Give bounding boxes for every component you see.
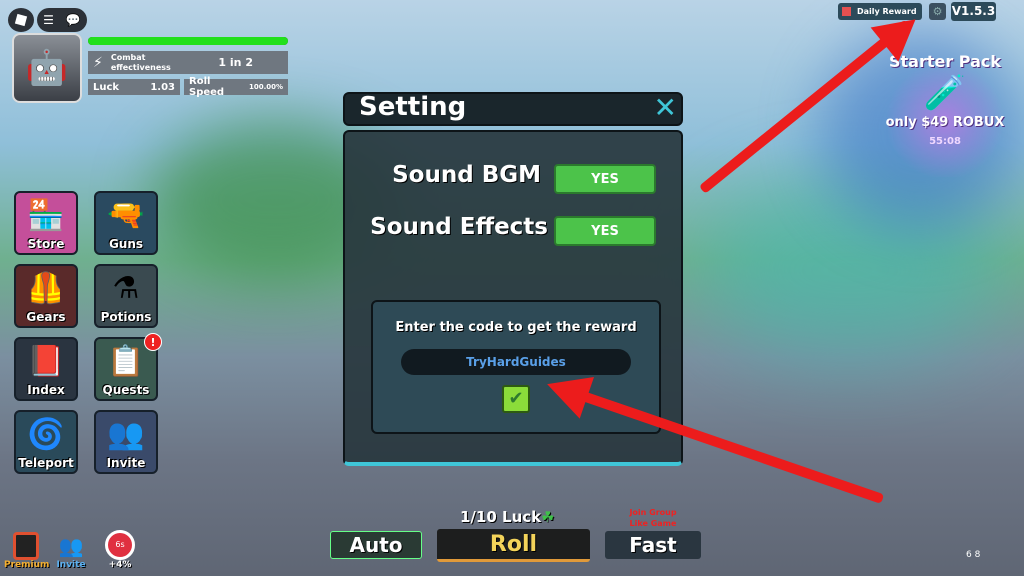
sound-effects-label: Sound Effects bbox=[370, 214, 548, 240]
friends-icon: 👥 bbox=[58, 534, 84, 558]
stopwatch-icon: 6s bbox=[105, 530, 135, 560]
store-icon: 🏪 bbox=[27, 197, 65, 233]
boost-label: +4% bbox=[108, 560, 132, 570]
side-menu-invite[interactable]: 👥 Invite bbox=[94, 410, 158, 474]
luck-label: Luck bbox=[93, 81, 120, 93]
starter-pack-price: only $49 ROBUX bbox=[885, 115, 1005, 130]
code-box: Enter the code to get the reward TryHard… bbox=[371, 300, 661, 434]
join-group-text[interactable]: Join Group bbox=[608, 507, 698, 518]
invite-label: Invite bbox=[56, 560, 86, 570]
roll-button[interactable]: Roll bbox=[437, 529, 590, 562]
combat-icon: ⚡ bbox=[93, 54, 103, 71]
health-bar bbox=[88, 37, 288, 45]
code-prompt: Enter the code to get the reward bbox=[395, 320, 637, 335]
side-menu-index[interactable]: 📕 Index bbox=[14, 337, 78, 401]
premium-label: Premium bbox=[4, 560, 50, 570]
notification-badge: ! bbox=[144, 333, 162, 351]
side-menu-label: Store bbox=[27, 237, 65, 251]
side-menu-label: Teleport bbox=[18, 456, 74, 470]
starter-pack[interactable]: Starter Pack 🧪 only $49 ROBUX 55:08 bbox=[875, 52, 1015, 177]
armor-icon: 🦺 bbox=[27, 270, 65, 306]
check-icon: ✔ bbox=[508, 388, 524, 409]
fast-button[interactable]: Fast bbox=[605, 531, 701, 559]
side-menu-guns[interactable]: 🔫 Guns bbox=[94, 191, 158, 255]
clover-icon: ☘ bbox=[541, 508, 555, 526]
settings-button[interactable]: ⚙ bbox=[929, 3, 946, 20]
side-menu-quests[interactable]: 📋 Quests! bbox=[94, 333, 162, 401]
sound-bgm-label: Sound BGM bbox=[392, 162, 541, 188]
roblox-menu-button[interactable] bbox=[8, 8, 34, 32]
premium-icon bbox=[13, 532, 39, 560]
close-icon[interactable]: ✕ bbox=[654, 91, 677, 124]
gear-icon: ⚙ bbox=[932, 5, 943, 18]
sound-effects-toggle[interactable]: YES bbox=[554, 216, 656, 246]
side-menu-potions[interactable]: ⚗ Potions bbox=[94, 264, 158, 328]
avatar[interactable]: 🤖 bbox=[12, 33, 82, 103]
side-menu-gears[interactable]: 🦺 Gears bbox=[14, 264, 78, 328]
roll-speed-label: Roll Speed bbox=[189, 76, 225, 98]
dialog-title: Setting bbox=[359, 92, 467, 122]
book-icon: 📕 bbox=[27, 343, 65, 379]
like-game-text[interactable]: Like Game bbox=[608, 518, 698, 529]
invite-bottom-button[interactable]: 👥 Invite bbox=[54, 532, 88, 570]
side-menu-label: Index bbox=[27, 383, 65, 397]
gun-icon: 🔫 bbox=[107, 197, 145, 233]
calendar-icon bbox=[842, 7, 851, 16]
corner-text: 6 8 bbox=[966, 550, 981, 560]
premium-button[interactable]: Premium bbox=[4, 532, 50, 570]
potion-icon: ⚗ bbox=[112, 270, 140, 306]
auto-button[interactable]: Auto bbox=[330, 531, 422, 559]
version-label: V1.5.3 bbox=[951, 2, 996, 21]
code-input[interactable]: TryHardGuides bbox=[401, 349, 631, 375]
chat-icon[interactable]: 💬 bbox=[66, 13, 81, 27]
luck-multiplier: 1/10 Luck bbox=[460, 508, 542, 526]
starter-pack-timer: 55:08 bbox=[929, 136, 961, 147]
luck-value: 1.03 bbox=[150, 81, 175, 93]
combat-value: 1 in 2 bbox=[218, 56, 253, 69]
friends-icon: 👥 bbox=[107, 416, 145, 452]
roll-speed-value: 100.00% bbox=[248, 83, 283, 91]
combat-label: Combat effectiveness bbox=[110, 52, 171, 72]
side-menu-label: Potions bbox=[100, 310, 152, 324]
sound-bgm-toggle[interactable]: YES bbox=[554, 164, 656, 194]
boost-timer[interactable]: 6s +4% bbox=[102, 530, 138, 570]
potion-bundle-icon: 🧪 bbox=[923, 73, 967, 113]
side-menu-label: Quests bbox=[102, 383, 150, 397]
submit-code-button[interactable]: ✔ bbox=[502, 385, 530, 413]
portal-icon: 🌀 bbox=[27, 416, 65, 452]
roblox-logo-icon bbox=[14, 13, 28, 27]
hamburger-icon[interactable]: ☰ bbox=[43, 13, 54, 27]
side-menu-label: Gears bbox=[26, 310, 66, 324]
side-menu-teleport[interactable]: 🌀 Teleport bbox=[14, 410, 78, 474]
side-menu-label: Invite bbox=[106, 456, 146, 470]
side-menu-label: Guns bbox=[108, 237, 144, 251]
side-menu-store[interactable]: 🏪 Store bbox=[14, 191, 78, 255]
